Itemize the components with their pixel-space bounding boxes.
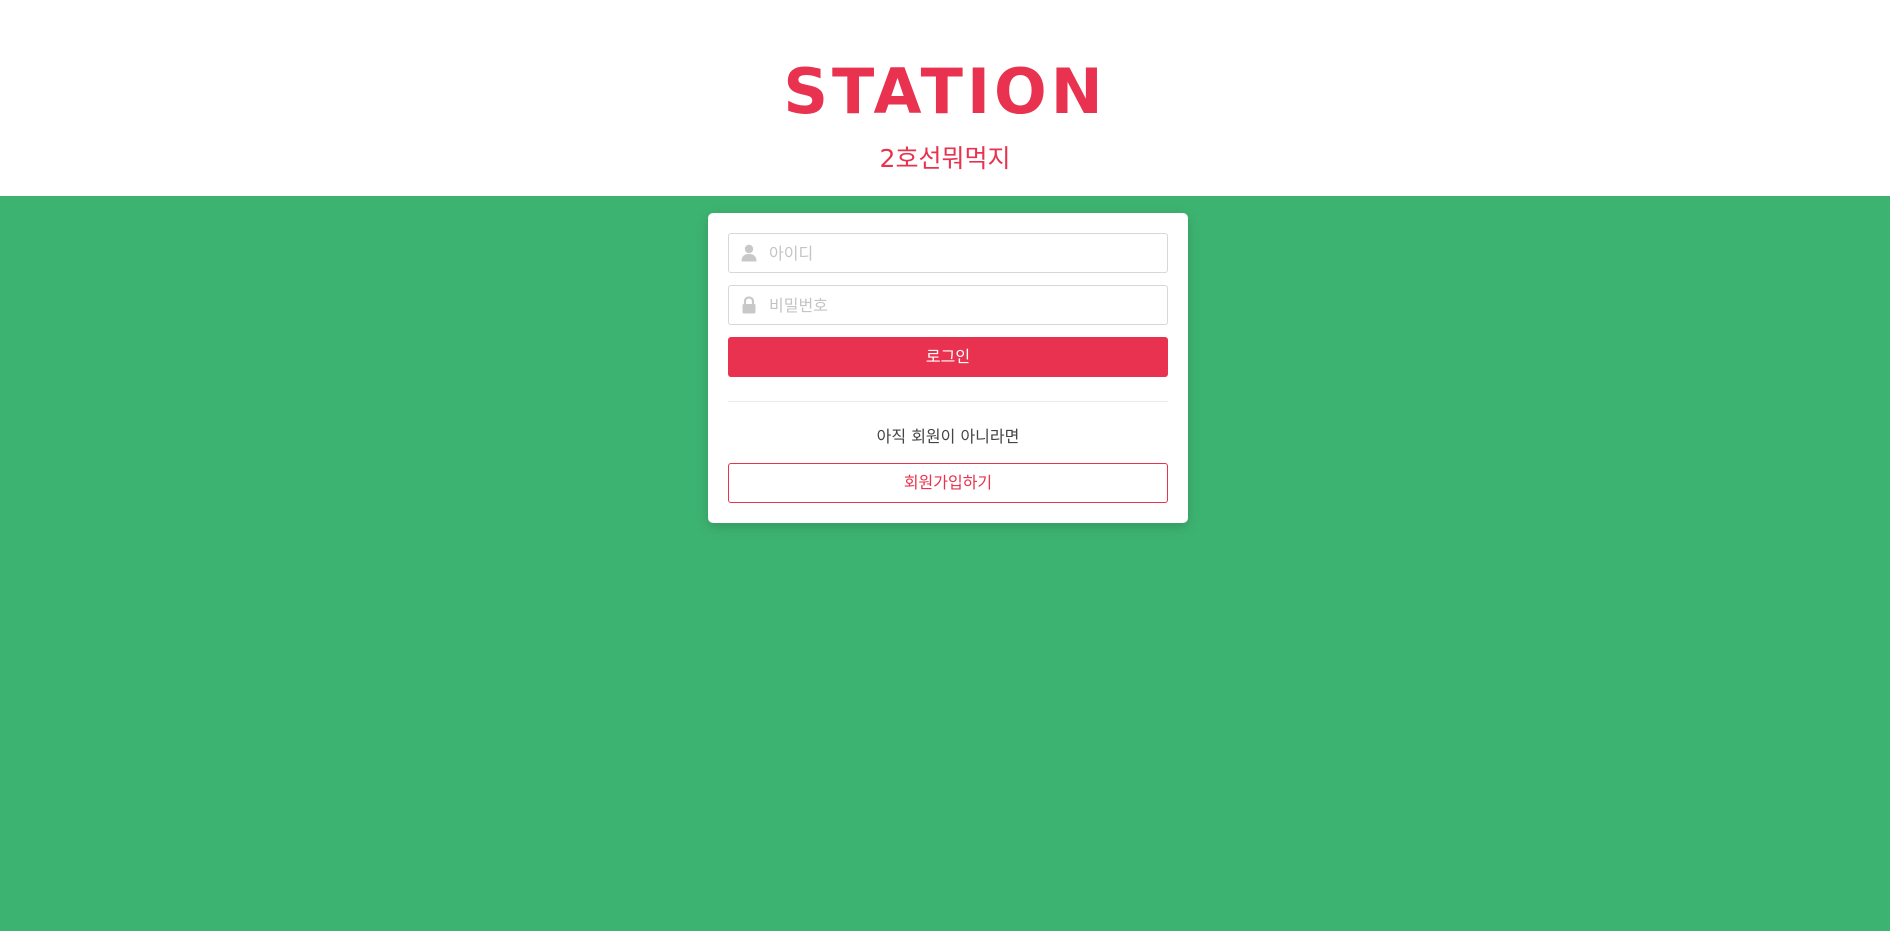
id-input[interactable] — [769, 234, 1159, 272]
user-icon — [741, 244, 757, 262]
station-logo: STATION — [783, 55, 1107, 128]
lock-icon — [742, 296, 756, 314]
login-card: 로그인 아직 회원이 아니라면 회원가입하기 — [708, 213, 1188, 523]
login-button[interactable]: 로그인 — [728, 337, 1168, 377]
password-field[interactable] — [728, 285, 1168, 325]
id-field[interactable] — [728, 233, 1168, 273]
signup-prompt: 아직 회원이 아니라면 — [876, 427, 1020, 446]
site-subtitle: 2호선뭐먹지 — [879, 144, 1011, 173]
page-header: STATION 2호선뭐먹지 — [0, 0, 1890, 196]
signup-button[interactable]: 회원가입하기 — [728, 463, 1168, 503]
password-input[interactable] — [769, 286, 1159, 324]
divider — [728, 401, 1168, 402]
